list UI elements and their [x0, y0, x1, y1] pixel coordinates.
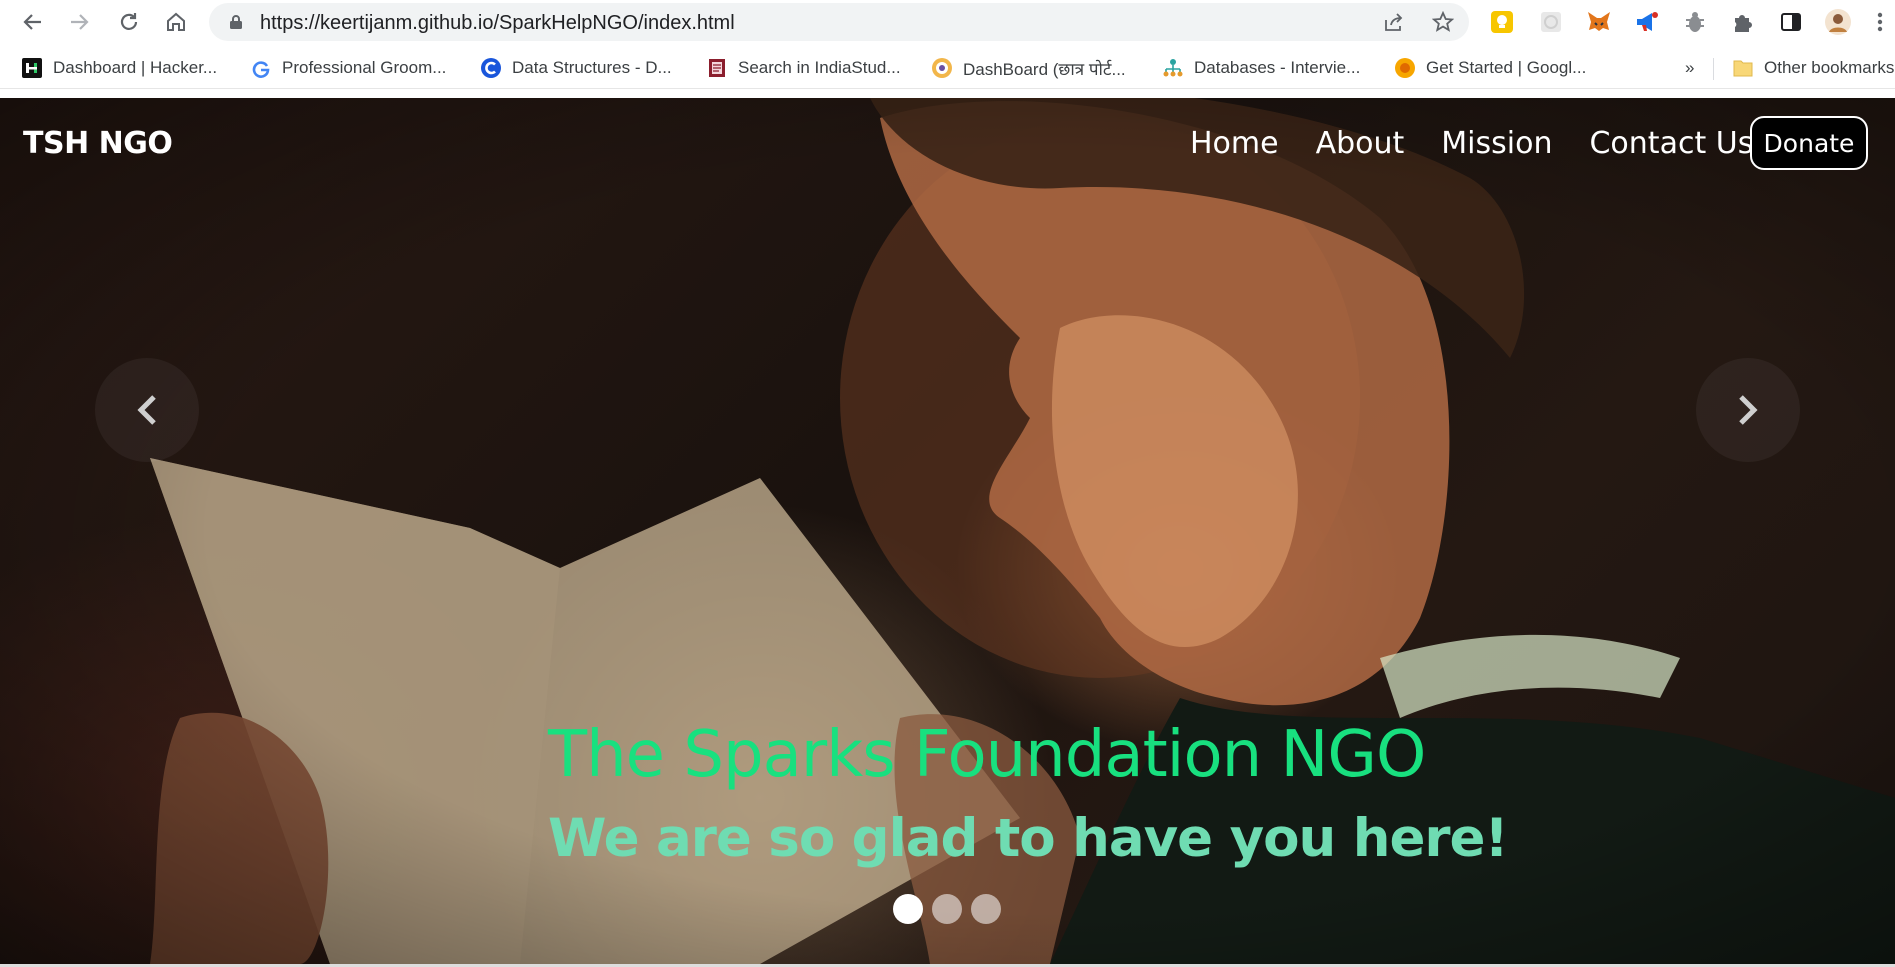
bookmark-label: Other bookmarks	[1764, 58, 1895, 77]
chevron-right-icon	[1739, 395, 1758, 425]
lock-icon	[229, 14, 243, 35]
hackerrank-icon	[21, 57, 43, 79]
bookmark-label: Dashboard | Hacker...	[53, 58, 218, 77]
more-bookmarks-chevron: »	[1685, 58, 1695, 77]
puzzle-extensions-icon[interactable]	[1729, 9, 1757, 35]
emblem-icon	[931, 57, 953, 79]
share-icon[interactable]	[1382, 11, 1406, 33]
bookmark-star-icon[interactable]	[1431, 11, 1455, 33]
browser-toolbar: https://keertijanm.github.io/SparkHelpNG…	[0, 0, 1895, 44]
nav-home-link[interactable]: Home	[1190, 122, 1279, 166]
donate-button[interactable]: Donate	[1750, 116, 1868, 170]
hero-subtitle: We are so glad to have you here!	[548, 808, 1509, 869]
carousel-prev-button[interactable]	[95, 358, 199, 462]
profile-avatar[interactable]	[1824, 9, 1852, 35]
bookmark-label: Data Structures - D...	[512, 58, 672, 77]
extension-grid-icon[interactable]	[1537, 9, 1565, 35]
bookmark-item[interactable]: Dashboard | Hacker...	[21, 55, 217, 81]
hero-carousel: TSH NGO Home About Mission Contact Us Do…	[0, 98, 1895, 964]
back-arrow-icon[interactable]	[18, 9, 46, 35]
bookmark-label: Search in IndiaStud...	[738, 58, 901, 77]
bookmark-item[interactable]: Search in IndiaStud...	[706, 55, 901, 81]
nav-mission-link[interactable]: Mission	[1441, 122, 1552, 166]
site-brand[interactable]: TSH NGO	[23, 126, 173, 161]
bookmarks-divider	[1713, 58, 1714, 80]
sitemap-icon	[1162, 57, 1184, 79]
bug-icon[interactable]	[1681, 9, 1709, 35]
nav-contact-link[interactable]: Contact Us	[1589, 122, 1753, 166]
chevron-left-icon	[137, 395, 156, 425]
megaphone-icon[interactable]	[1633, 9, 1661, 35]
carousel-indicators	[893, 894, 1001, 924]
reload-icon[interactable]	[115, 9, 143, 35]
bookmark-item[interactable]: DashBoard (छात्र पोर्ट...	[931, 55, 1126, 81]
address-bar[interactable]: https://keertijanm.github.io/SparkHelpNG…	[209, 3, 1469, 41]
more-bookmarks-button[interactable]: »	[1685, 55, 1694, 81]
bookmark-item[interactable]: Professional Groom...	[250, 55, 446, 81]
site-nav: Home About Mission Contact Us	[1190, 122, 1753, 166]
folder-icon	[1732, 57, 1754, 79]
google-g-icon	[250, 57, 272, 79]
home-icon[interactable]	[162, 9, 190, 35]
bookmarks-bar: Dashboard | Hacker... Professional Groom…	[0, 48, 1895, 89]
metamask-fox-icon[interactable]	[1585, 9, 1613, 35]
sun-icon	[1394, 57, 1416, 79]
bookmark-item[interactable]: Data Structures - D...	[480, 55, 672, 81]
bookmark-label: Databases - Intervie...	[1194, 58, 1361, 77]
url-text[interactable]: https://keertijanm.github.io/SparkHelpNG…	[260, 12, 735, 35]
bookmark-label: Professional Groom...	[282, 58, 447, 77]
book-icon	[706, 57, 728, 79]
carousel-indicator-1[interactable]	[893, 894, 923, 924]
keep-extension-icon[interactable]	[1488, 9, 1516, 35]
bookmark-label: Get Started | Googl...	[1426, 58, 1587, 77]
forward-arrow-icon[interactable]	[66, 9, 94, 35]
carousel-indicator-2[interactable]	[932, 894, 962, 924]
bookmark-item[interactable]: Databases - Intervie...	[1162, 55, 1360, 81]
chrome-menu-icon[interactable]	[1866, 9, 1894, 35]
bookmark-item[interactable]: Get Started | Googl...	[1394, 55, 1586, 81]
hero-title: The Sparks Foundation NGO	[548, 718, 1426, 792]
c-logo-icon	[480, 57, 502, 79]
bookmark-label: DashBoard (छात्र पोर्ट...	[963, 59, 1126, 79]
nav-about-link[interactable]: About	[1316, 122, 1405, 166]
carousel-next-button[interactable]	[1696, 358, 1800, 462]
side-panel-icon[interactable]	[1777, 9, 1805, 35]
other-bookmarks-folder[interactable]: Other bookmarks	[1732, 55, 1894, 81]
carousel-indicator-3[interactable]	[971, 894, 1001, 924]
